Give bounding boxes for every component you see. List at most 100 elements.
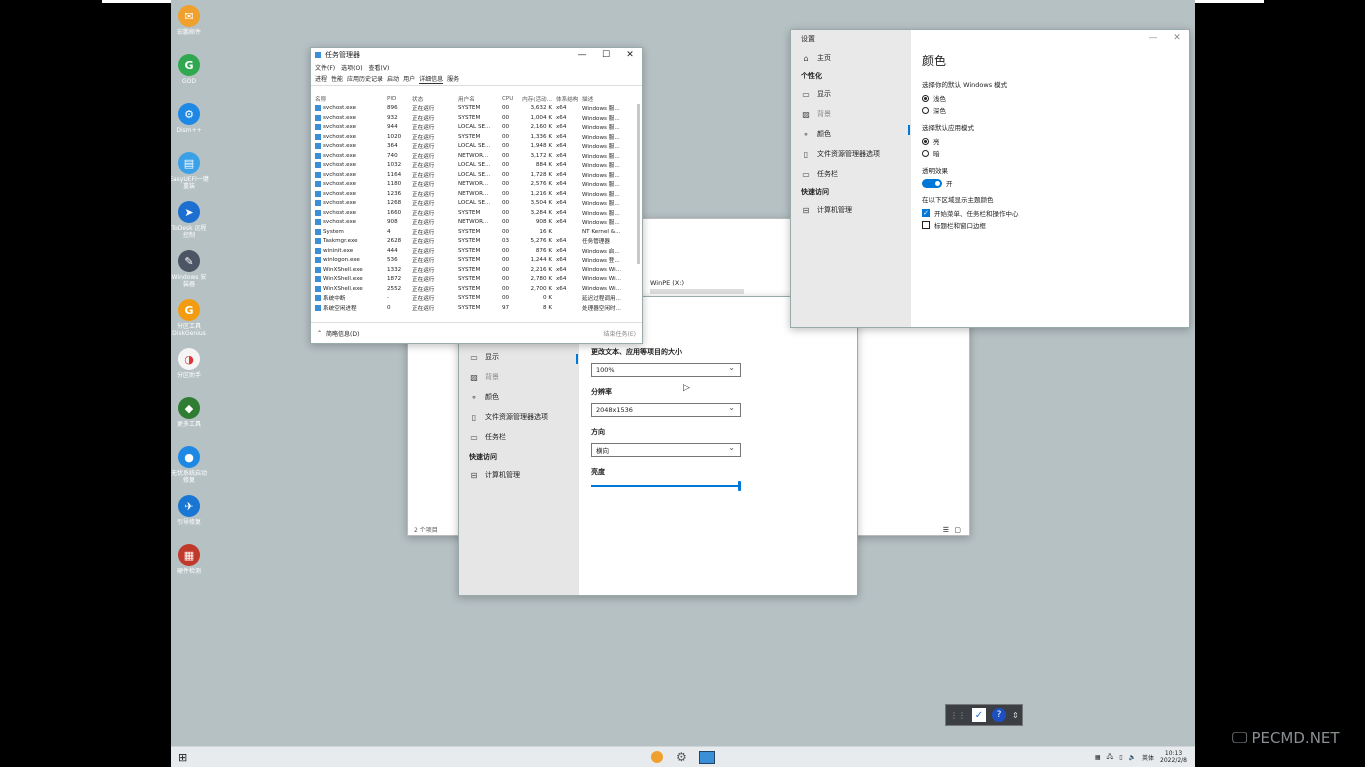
tab[interactable]: 启动: [387, 74, 399, 84]
table-row[interactable]: svchost.exe 364 正在运行 LOCAL SE... 00 1,948 K x6…: [313, 142, 632, 152]
brightness-thumb[interactable]: [738, 481, 741, 491]
chevron-up-icon[interactable]: ⌃: [317, 330, 322, 337]
minimize-button[interactable]: —: [1141, 33, 1165, 43]
details-view-icon[interactable]: ☰: [943, 526, 949, 534]
checkbox-title-bars[interactable]: 标题栏和窗口边框: [922, 219, 1172, 231]
table-row[interactable]: svchost.exe 896 正在运行 SYSTEM 00 3,632 K x64 Wind…: [313, 104, 632, 114]
close-button[interactable]: ✕: [1165, 33, 1189, 43]
tab[interactable]: 详细信息: [419, 74, 444, 84]
table-row[interactable]: svchost.exe 1268 正在运行 LOCAL SE... 00 3,504 K x…: [313, 199, 632, 209]
table-row[interactable]: WinXShell.exe 1332 正在运行 SYSTEM 00 2,216 K x64 W…: [313, 265, 632, 275]
column-header[interactable]: 描述: [582, 95, 626, 103]
start-button-icon[interactable]: ⊞: [178, 751, 187, 764]
resolution-dropdown[interactable]: 2048x1536: [591, 403, 741, 417]
nav-item[interactable]: ▭ 任务栏: [459, 427, 579, 447]
scrollbar[interactable]: [637, 104, 640, 264]
tiles-view-icon[interactable]: ▢: [954, 526, 961, 534]
desktop-icon[interactable]: ◆ 更多工具: [171, 397, 209, 428]
help-icon[interactable]: ?: [992, 708, 1006, 722]
desktop-icon[interactable]: ✎ Windows 安装器: [171, 250, 209, 288]
table-row[interactable]: wininit.exe 444 正在运行 SYSTEM 00 876 K x64 Window…: [313, 246, 632, 256]
nav-computer-management[interactable]: ⊟ 计算机管理: [459, 465, 579, 485]
table-row[interactable]: svchost.exe 740 正在运行 NETWOR... 00 3,172 K x64 W…: [313, 151, 632, 161]
table-row[interactable]: svchost.exe 1180 正在运行 NETWOR... 00 2,576 K x64…: [313, 180, 632, 190]
network-icon[interactable]: 🖧: [1107, 752, 1114, 762]
nav-home[interactable]: ⌂ 主页: [791, 48, 911, 68]
nav-item[interactable]: ▭ 显示: [791, 84, 911, 104]
volume-icon[interactable]: 🔈: [1129, 754, 1136, 761]
table-row[interactable]: WinXShell.exe 1872 正在运行 SYSTEM 00 2,780 K x64 W…: [313, 275, 632, 285]
table-row[interactable]: 系统中断 - 正在运行 SYSTEM 00 0 K 延迟过程调用...: [313, 294, 632, 304]
tab[interactable]: 应用历史记录: [347, 74, 383, 84]
table-row[interactable]: svchost.exe 1236 正在运行 NETWOR... 00 1,216 K x64…: [313, 189, 632, 199]
nav-item[interactable]: ▨ 背景: [459, 367, 579, 387]
menu-item[interactable]: 文件(F): [315, 63, 335, 72]
table-row[interactable]: svchost.exe 1164 正在运行 LOCAL SE... 00 1,728 K x…: [313, 170, 632, 180]
column-header[interactable]: 状态: [412, 95, 458, 103]
desktop-icon[interactable]: ✈ 引导修复: [171, 495, 209, 526]
tab[interactable]: 用户: [403, 74, 415, 84]
desktop-icon[interactable]: ✉ 宏鹏邮件: [171, 5, 209, 36]
table-row[interactable]: 系统空闲进程 0 正在运行 SYSTEM 97 8 K 处理器空闲时...: [313, 303, 632, 313]
column-header[interactable]: CPU: [502, 96, 516, 102]
table-row[interactable]: System 4 正在运行 SYSTEM 00 16 K NT Kernel &...: [313, 227, 632, 237]
orientation-dropdown[interactable]: 横向: [591, 443, 741, 457]
table-row[interactable]: Taskmgr.exe 2628 正在运行 SYSTEM 03 5,276 K x64 任务管…: [313, 237, 632, 247]
nav-item[interactable]: ⚬ 颜色: [459, 387, 579, 407]
desktop-icon[interactable]: G 分区工具 DiskGenius: [171, 299, 209, 337]
desktop-icon[interactable]: ● 无忧系统启动修复: [171, 446, 209, 484]
nav-item[interactable]: ▯ 文件资源管理器选项: [791, 144, 911, 164]
tray-grid-icon[interactable]: ▦: [1095, 754, 1101, 761]
transparency-toggle[interactable]: [922, 178, 942, 188]
desktop-icon[interactable]: G GOD: [171, 54, 209, 85]
scroll-arrows-icon[interactable]: ⇕: [1012, 711, 1019, 720]
grip-icon[interactable]: ⋮⋮: [950, 711, 966, 720]
desktop-icon[interactable]: ⚙ Dism++: [171, 103, 209, 134]
nav-item[interactable]: ▨ 背景: [791, 104, 911, 124]
table-row[interactable]: svchost.exe 932 正在运行 SYSTEM 00 1,004 K x64 Wind…: [313, 113, 632, 123]
taskbar-display-icon[interactable]: [699, 750, 715, 764]
battery-icon[interactable]: ▯: [1119, 754, 1122, 761]
desktop-icon[interactable]: ◑ 分区助手: [171, 348, 209, 379]
tab[interactable]: 性能: [331, 74, 343, 84]
maximize-button[interactable]: ☐: [594, 50, 618, 60]
checkbox-start-taskbar[interactable]: ✓ 开始菜单、任务栏和操作中心: [922, 207, 1172, 219]
nav-item[interactable]: ▯ 文件资源管理器选项: [459, 407, 579, 427]
brightness-slider[interactable]: [591, 481, 741, 491]
radio-light-app[interactable]: 亮: [922, 135, 1172, 147]
table-row[interactable]: svchost.exe 1032 正在运行 LOCAL SE... 00 884 K x64…: [313, 161, 632, 171]
table-row[interactable]: svchost.exe 944 正在运行 LOCAL SE... 00 2,160 K x6…: [313, 123, 632, 133]
nav-item[interactable]: ⚬ 颜色: [791, 124, 911, 144]
tab[interactable]: 服务: [447, 74, 459, 84]
table-row[interactable]: svchost.exe 1020 正在运行 SYSTEM 00 1,336 K x64 Win…: [313, 132, 632, 142]
tab[interactable]: 进程: [315, 74, 327, 84]
taskbar-settings-icon[interactable]: ⚙: [676, 750, 687, 764]
table-row[interactable]: WinXShell.exe 2552 正在运行 SYSTEM 00 2,700 K x64 W…: [313, 284, 632, 294]
column-header[interactable]: PID: [387, 96, 412, 102]
nav-item[interactable]: ▭ 任务栏: [791, 164, 911, 184]
taskbar-app-mail-icon[interactable]: [651, 751, 663, 763]
nav-item[interactable]: ▭ 显示: [459, 347, 579, 367]
menu-item[interactable]: 查看(V): [369, 63, 390, 72]
snipping-tool-icon[interactable]: ✓: [972, 708, 986, 722]
close-button[interactable]: ✕: [618, 50, 642, 60]
desktop-icon[interactable]: ▦ 硬件检测: [171, 544, 209, 575]
end-task-button[interactable]: 结束任务(E): [604, 329, 636, 338]
radio-dark-app[interactable]: 暗: [922, 147, 1172, 159]
column-header[interactable]: 体系结构: [554, 95, 582, 103]
column-header[interactable]: 用户名: [458, 95, 502, 103]
desktop-icon[interactable]: ➤ ToDesk 远程控制: [171, 201, 209, 239]
column-header[interactable]: 名称: [313, 95, 387, 103]
table-row[interactable]: winlogon.exe 536 正在运行 SYSTEM 00 1,244 K x64 Win…: [313, 256, 632, 266]
radio-light-windows[interactable]: 浅色: [922, 92, 1172, 104]
radio-dark-windows[interactable]: 深色: [922, 104, 1172, 116]
clock[interactable]: 10:13 2022/2/8: [1160, 750, 1187, 764]
table-row[interactable]: svchost.exe 1660 正在运行 SYSTEM 00 3,284 K x64 Win…: [313, 208, 632, 218]
less-details-link[interactable]: 简略信息(D): [326, 329, 359, 338]
desktop-icon[interactable]: ▤ EasyUEFI一键重装: [171, 152, 209, 190]
table-row[interactable]: svchost.exe 908 正在运行 NETWOR... 00 908 K x64 Win…: [313, 218, 632, 228]
menu-item[interactable]: 选项(O): [341, 63, 362, 72]
nav-computer-management[interactable]: ⊟ 计算机管理: [791, 200, 911, 220]
column-header[interactable]: 内存(活动...: [516, 95, 554, 103]
scale-dropdown[interactable]: 100%: [591, 363, 741, 377]
